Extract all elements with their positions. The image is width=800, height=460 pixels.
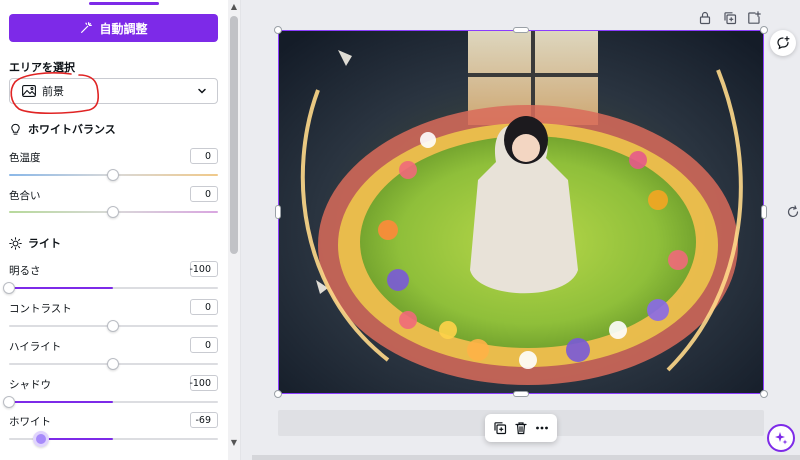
scroll-down-arrow-icon[interactable]: ▼ [228, 438, 240, 448]
tint-slider-knob[interactable] [107, 206, 119, 218]
selection-frame [278, 30, 764, 394]
light-section: ライト [9, 235, 61, 251]
light-heading: ライト [28, 237, 61, 250]
resize-handle-top-right[interactable] [760, 26, 768, 34]
canvas-horizontal-scrollbar[interactable] [252, 455, 800, 460]
auto-adjust-button[interactable]: 自動調整 [9, 14, 218, 42]
comment-add-icon [777, 36, 790, 50]
brightness-slider-knob[interactable] [3, 282, 15, 294]
resize-handle-bottom[interactable] [513, 391, 529, 397]
resize-handle-left[interactable] [275, 205, 281, 219]
resize-handle-bottom-left[interactable] [274, 390, 282, 398]
sun-icon [9, 236, 22, 250]
contrast-label: コントラスト [9, 303, 72, 315]
area-select-dropdown[interactable]: 前景 [9, 78, 218, 104]
whites-label: ホワイト [9, 416, 51, 428]
active-tab-indicator [89, 2, 159, 5]
temperature-slider-knob[interactable] [107, 169, 119, 181]
resize-handle-top-left[interactable] [274, 26, 282, 34]
brightness-value[interactable]: -100 [189, 261, 218, 277]
lightbulb-icon [11, 123, 20, 135]
white-balance-heading: ホワイトバランス [28, 123, 116, 136]
resize-handle-bottom-right[interactable] [760, 390, 768, 398]
highlights-slider-knob[interactable] [107, 358, 119, 370]
image-icon [22, 85, 36, 97]
scroll-up-arrow-icon[interactable]: ▲ [228, 2, 240, 12]
brightness-label: 明るさ [9, 265, 41, 277]
whites-value[interactable]: -69 [190, 412, 218, 428]
lock-icon[interactable] [698, 10, 712, 25]
area-select-value: 前景 [42, 85, 64, 98]
whites-slider-knob[interactable] [33, 431, 49, 447]
tint-label: 色合い [9, 190, 41, 202]
auto-adjust-label: 自動調整 [99, 21, 148, 36]
area-select-heading: エリアを選択 [9, 61, 75, 74]
resize-handle-right[interactable] [761, 205, 767, 219]
scrollbar-thumb[interactable] [230, 16, 238, 254]
shadows-slider-knob[interactable] [3, 396, 15, 408]
magic-assistant-button[interactable] [767, 424, 795, 452]
highlights-label: ハイライト [9, 341, 62, 353]
contrast-slider-knob[interactable] [107, 320, 119, 332]
add-comment-button[interactable] [770, 30, 796, 56]
magic-wand-icon [81, 22, 93, 33]
add-page-icon[interactable] [747, 10, 761, 24]
element-toolbar [485, 414, 557, 442]
tint-value[interactable]: 0 [190, 186, 218, 202]
contrast-value[interactable]: 0 [190, 299, 218, 315]
temperature-value[interactable]: 0 [190, 148, 218, 164]
trash-icon[interactable] [513, 420, 529, 436]
edit-panel: 自動調整 エリアを選択 前景 ホワイトバランス 色温度 0 色合い 0 ライト … [0, 0, 241, 460]
panel-scrollbar[interactable]: ▲ ▼ [228, 0, 240, 460]
white-balance-section: ホワイトバランス [9, 121, 116, 137]
rotate-icon[interactable] [786, 204, 800, 218]
duplicate-page-icon[interactable] [723, 10, 737, 25]
more-icon[interactable] [534, 420, 550, 436]
highlights-value[interactable]: 0 [190, 337, 218, 353]
magic-sparkle-icon [775, 432, 788, 445]
shadows-slider-fill [9, 401, 113, 403]
resize-handle-top[interactable] [513, 27, 529, 33]
whites-slider-fill [41, 438, 113, 440]
chevron-down-icon [198, 88, 206, 94]
temperature-label: 色温度 [9, 152, 41, 164]
shadows-label: シャドウ [9, 379, 51, 391]
shadows-value[interactable]: -100 [189, 375, 218, 391]
brightness-slider-fill [9, 287, 113, 289]
panel-content: 自動調整 エリアを選択 前景 ホワイトバランス 色温度 0 色合い 0 ライト … [0, 0, 228, 460]
duplicate-icon[interactable] [492, 420, 508, 436]
